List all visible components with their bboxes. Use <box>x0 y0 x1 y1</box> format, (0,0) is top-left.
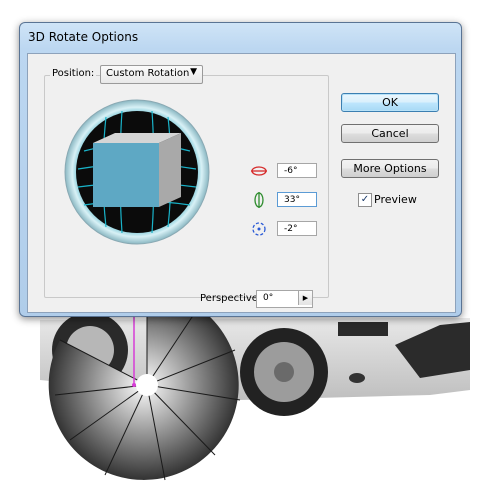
rotation-z-input[interactable]: -2° <box>277 221 317 236</box>
rotation-y-input[interactable]: 33° <box>277 192 317 207</box>
arrow-right-icon[interactable]: ▶ <box>298 291 312 305</box>
ok-button[interactable]: OK <box>341 93 439 112</box>
rotation-trackball[interactable] <box>64 99 210 245</box>
preview-label: Preview <box>374 193 417 206</box>
rotate-z-icon <box>252 222 266 236</box>
position-dropdown-value: Custom Rotation <box>106 68 190 79</box>
rotate-x-icon <box>251 166 267 176</box>
dialog-client-area: Position: Custom Rotation ▼ -6° 33° -2° … <box>27 53 456 313</box>
preview-checkbox[interactable]: ✓ <box>358 193 372 207</box>
chevron-down-icon: ▼ <box>190 67 197 77</box>
perspective-label: Perspective: <box>200 293 262 304</box>
cube-front-face <box>93 143 159 207</box>
rotate-options-dialog: 3D Rotate Options Position: Custom Rotat… <box>19 22 462 317</box>
checkmark-icon: ✓ <box>360 194 370 205</box>
cube-side-face <box>159 133 181 207</box>
cancel-button[interactable]: Cancel <box>341 124 439 143</box>
position-dropdown[interactable]: Custom Rotation ▼ <box>100 65 203 84</box>
perspective-value: 0° <box>263 293 274 303</box>
perspective-input[interactable]: 0° ▶ <box>256 290 313 308</box>
more-options-button[interactable]: More Options <box>341 159 439 178</box>
dialog-title: 3D Rotate Options <box>28 30 139 44</box>
position-label: Position: <box>50 68 97 79</box>
rotate-y-icon <box>254 192 264 208</box>
rotation-x-input[interactable]: -6° <box>277 163 317 178</box>
